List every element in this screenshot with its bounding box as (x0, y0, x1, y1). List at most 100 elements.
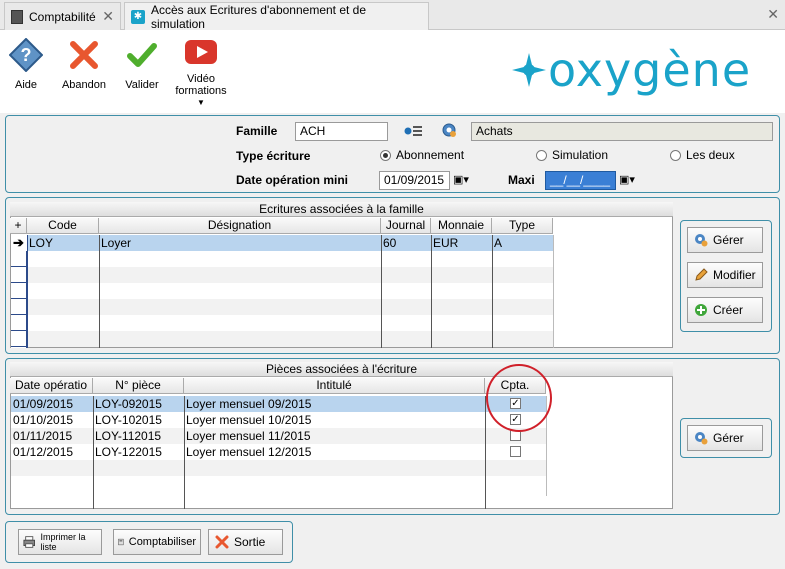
col-divider (27, 235, 28, 348)
cell-piece: LOY-112015 (95, 429, 162, 443)
plus-circle-icon (695, 304, 707, 316)
video-formations-button[interactable]: Vidéo formations ▼ (175, 38, 227, 107)
cell-intitule: Loyer mensuel 11/2015 (186, 429, 311, 443)
radio-abonnement[interactable]: Abonnement (380, 148, 464, 162)
tab-label: Comptabilité (29, 9, 96, 24)
modifier-button[interactable]: Modifier (687, 262, 763, 288)
cross-icon (215, 535, 229, 549)
empty-row (27, 267, 553, 283)
famille-code-input[interactable]: ACH (295, 122, 388, 141)
app-icon: ✱ (131, 10, 145, 24)
radio-dot (380, 149, 391, 161)
col-divider (381, 235, 382, 348)
type-ecriture-label: Type écriture (236, 149, 311, 163)
creer-button[interactable]: Créer (687, 297, 763, 323)
col-header-designation[interactable]: Désignation (99, 218, 381, 234)
sortie-button[interactable]: Sortie (208, 529, 283, 555)
calculator-icon (118, 538, 124, 546)
radio-label: Abonnement (396, 148, 465, 162)
date-maxi-input[interactable]: __/__/____ (545, 171, 616, 190)
comptabiliser-button[interactable]: Comptabiliser (113, 529, 201, 555)
empty-row (11, 476, 546, 492)
cell-code: LOY (29, 236, 54, 250)
valider-button[interactable]: Valider (122, 38, 162, 91)
col-header-code[interactable]: Code (27, 218, 99, 234)
col-header-journal[interactable]: Journal (381, 218, 431, 234)
pencil-icon (695, 268, 708, 281)
settings-gear-icon[interactable] (441, 122, 457, 138)
abandon-button[interactable]: Abandon (60, 38, 108, 91)
col-divider (431, 235, 432, 348)
svg-text:?: ? (21, 45, 32, 65)
date-mini-input[interactable]: 01/09/2015 (379, 171, 450, 190)
col-divider (184, 396, 185, 509)
logo-star-icon (512, 53, 546, 87)
video-play-icon (185, 40, 217, 64)
pieces-grid-title: Pièces associées à l'écriture (10, 362, 673, 377)
radio-label: Simulation (552, 148, 609, 162)
tab-comptabilite[interactable]: Comptabilité ✕ (4, 2, 121, 30)
toolbar: ? Aide Abandon Valider Vidéo formations … (0, 30, 785, 113)
tab-bar: Comptabilité ✕ ✱ Accès aux Ecritures d'a… (0, 0, 785, 31)
col-divider (553, 235, 554, 348)
col-header-intitule[interactable]: Intitulé (184, 378, 485, 394)
button-label: Gérer (713, 233, 744, 247)
radio-simulation[interactable]: Simulation (536, 148, 608, 162)
cell-type: A (494, 236, 503, 250)
famille-name-field: Achats (471, 122, 773, 141)
add-row-icon[interactable]: + (10, 218, 27, 234)
cell-date: 01/12/2015 (13, 445, 74, 459)
cell-journal: 60 (383, 236, 397, 250)
highlight-circle (486, 364, 552, 432)
cpta-checkbox[interactable] (510, 446, 521, 457)
cell-designation: Loyer (101, 236, 132, 250)
col-header-monnaie[interactable]: Monnaie (431, 218, 492, 234)
calculator-icon (11, 9, 23, 24)
cell-piece: LOY-122015 (95, 445, 162, 459)
calendar-dropdown-icon[interactable]: ▣▾ (453, 173, 469, 186)
button-label: Sortie (234, 535, 266, 549)
cell-date: 01/10/2015 (13, 413, 74, 427)
famille-label: Famille (236, 124, 278, 138)
help-button[interactable]: ? Aide (8, 37, 44, 91)
tab-label: Accès aux Ecritures d'abonnement et de s… (150, 3, 367, 31)
empty-row (27, 299, 553, 315)
col-divider (99, 235, 100, 348)
pieces-gerer-button[interactable]: Gérer (687, 425, 763, 451)
col-header-date[interactable]: Date opératio (10, 378, 93, 394)
radio-label: Les deux (686, 148, 735, 162)
video-label: Vidéo (187, 73, 215, 85)
ecritures-grid-title: Ecritures associées à la famille (10, 202, 673, 217)
button-label: Gérer (713, 431, 744, 445)
cell-intitule: Loyer mensuel 12/2015 (186, 445, 312, 459)
abandon-label: Abandon (61, 79, 107, 91)
empty-row (27, 331, 553, 347)
empty-row (11, 460, 546, 476)
row-selectors[interactable] (11, 251, 27, 348)
col-header-piece[interactable]: N° pièce (93, 378, 184, 394)
gerer-button[interactable]: Gérer (687, 227, 763, 253)
maxi-label: Maxi (508, 173, 535, 187)
help-label: Aide (14, 79, 38, 91)
printer-icon (23, 536, 36, 548)
cell-piece: LOY-092015 (95, 397, 162, 411)
radio-les-deux[interactable]: Les deux (670, 148, 735, 162)
checkmark-icon (127, 43, 157, 67)
close-window-icon[interactable]: ✕ (767, 6, 779, 23)
list-icon[interactable] (404, 124, 422, 138)
cell-date: 01/11/2015 (13, 429, 73, 443)
cell-piece: LOY-102015 (95, 413, 162, 427)
dropdown-arrow-icon[interactable]: ▼ (175, 98, 227, 107)
col-header-type[interactable]: Type (492, 218, 553, 234)
cell-date: 01/09/2015 (13, 397, 74, 411)
col-divider (485, 396, 486, 509)
col-divider (93, 396, 94, 509)
close-icon[interactable]: ✕ (102, 8, 114, 25)
col-divider (492, 235, 493, 348)
imprimer-liste-button[interactable]: Imprimer la liste (18, 529, 102, 555)
calendar-dropdown-icon[interactable]: ▣▾ (619, 173, 635, 186)
formations-label: formations (175, 85, 227, 97)
help-icon: ? (8, 37, 44, 73)
valider-label: Valider (125, 79, 159, 91)
tab-acces-ecritures[interactable]: ✱ Accès aux Ecritures d'abonnement et de… (124, 2, 429, 31)
